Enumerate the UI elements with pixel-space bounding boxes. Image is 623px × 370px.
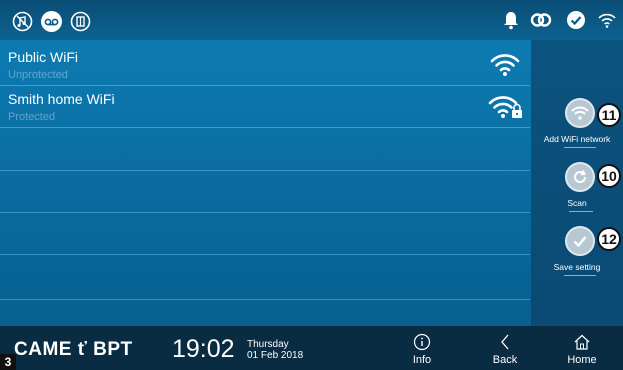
door-icon[interactable] [70, 11, 91, 32]
weekday: Thursday [247, 339, 289, 350]
network-security: Unprotected [8, 69, 68, 81]
link-icon [530, 9, 552, 31]
figure-number: 3 [0, 354, 16, 370]
home-label: Home [567, 354, 597, 366]
back-icon [475, 332, 535, 352]
network-row-public-wifi[interactable]: Public WiFi Unprotected [0, 44, 530, 86]
date: 01 Feb 2018 [247, 350, 304, 361]
wifi-locked-icon [488, 94, 524, 120]
voicemail-icon[interactable] [41, 11, 62, 32]
network-row-smith-home-wifi[interactable]: Smith home WiFi Protected [0, 86, 530, 128]
add-wifi-icon [565, 98, 595, 128]
list-divider [0, 254, 530, 255]
refresh-icon [565, 162, 595, 192]
info-label: Info [412, 354, 432, 366]
list-divider [0, 170, 530, 171]
add-wifi-network-label: Add WiFi network [543, 134, 611, 144]
network-list: Public WiFi Unprotected Smith home WiFi … [0, 44, 530, 326]
label-underline [564, 147, 596, 148]
wifi-open-icon [490, 52, 520, 78]
bell-icon [500, 9, 522, 31]
check-icon [565, 9, 587, 31]
save-setting-label: Save setting [553, 262, 601, 272]
screen: Public WiFi Unprotected Smith home WiFi … [0, 0, 623, 370]
checkmark-icon [565, 226, 595, 256]
callout-10: 10 [597, 164, 621, 188]
network-security: Protected [8, 111, 56, 123]
network-name: Smith home WiFi [8, 91, 115, 107]
info-button[interactable]: Info [392, 332, 452, 368]
callout-12: 12 [597, 227, 621, 251]
back-button[interactable]: Back [475, 332, 535, 368]
label-underline [564, 275, 596, 276]
brand-logo: CAME ť BPT [14, 339, 133, 360]
info-icon [392, 332, 452, 352]
status-bar [0, 0, 623, 40]
list-divider [0, 212, 530, 213]
network-name: Public WiFi [8, 49, 79, 65]
wifi-icon [596, 9, 618, 31]
back-label: Back [492, 354, 518, 366]
callout-11: 11 [597, 103, 621, 127]
label-underline [569, 211, 593, 212]
footer-bar: CAME ť BPT 19:02 Thursday 01 Feb 2018 In… [0, 326, 623, 370]
list-divider [0, 299, 530, 300]
date-block: Thursday 01 Feb 2018 [247, 339, 303, 361]
scan-label: Scan [567, 198, 587, 208]
clock-time: 19:02 [172, 335, 235, 363]
home-button[interactable]: Home [552, 332, 612, 368]
music-off-icon[interactable] [12, 11, 33, 32]
home-icon [552, 332, 612, 352]
